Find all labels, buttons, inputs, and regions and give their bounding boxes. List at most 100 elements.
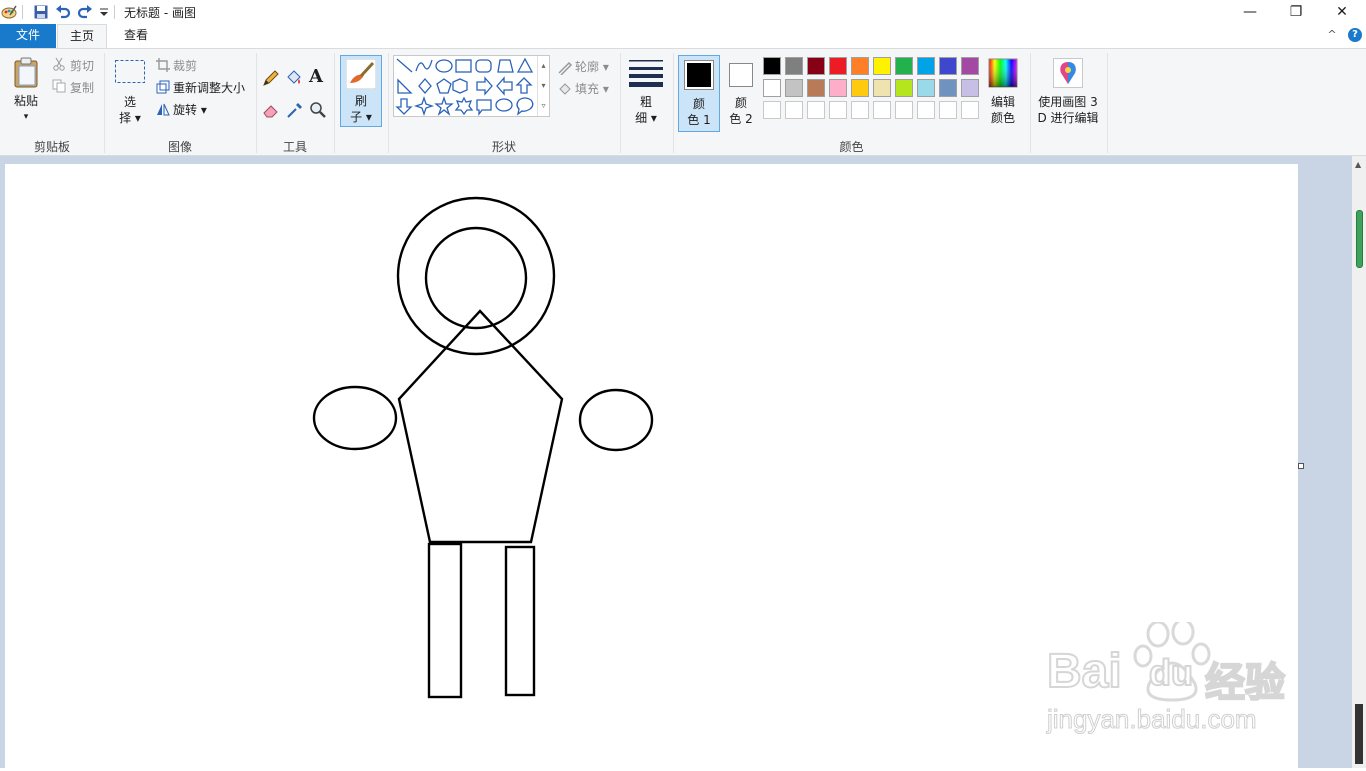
shapes-gallery-icons[interactable] bbox=[394, 56, 539, 117]
color-swatch[interactable] bbox=[829, 57, 847, 75]
edit-colors-button[interactable]: 编辑 颜色 bbox=[982, 94, 1024, 126]
customize-qa-icon[interactable] bbox=[98, 3, 110, 21]
color-swatch[interactable] bbox=[917, 79, 935, 97]
watermark-brand: Bai bbox=[1046, 644, 1123, 699]
shapes-more-icon[interactable]: ▿ bbox=[538, 96, 549, 116]
right-arm-ellipse bbox=[578, 388, 654, 452]
custom-color-slot[interactable] bbox=[763, 101, 781, 119]
copy-button[interactable]: 复制 bbox=[70, 79, 94, 96]
eraser-icon[interactable] bbox=[262, 101, 280, 122]
scroll-up-icon[interactable]: ▲ bbox=[1355, 160, 1361, 169]
color-swatch[interactable] bbox=[851, 57, 869, 75]
group-divider bbox=[1030, 53, 1031, 153]
color1-button[interactable]: 颜 色 1 bbox=[678, 55, 720, 132]
save-icon[interactable] bbox=[32, 3, 50, 21]
color1-label: 颜 色 1 bbox=[679, 96, 719, 128]
image-group-label: 图像 bbox=[167, 140, 192, 154]
resize-button[interactable]: 重新调整大小 bbox=[173, 79, 245, 96]
undo-icon[interactable] bbox=[54, 3, 72, 21]
custom-color-slot[interactable] bbox=[895, 101, 913, 119]
color-swatch[interactable] bbox=[917, 57, 935, 75]
paint3d-button[interactable]: 使用画图 3 D 进行编辑 bbox=[1034, 94, 1102, 126]
paint3d-label-1: 使用画图 3 bbox=[1038, 95, 1098, 109]
paint-app-icon[interactable] bbox=[0, 3, 18, 21]
color1-swatch-frame bbox=[684, 60, 714, 90]
scrollbar-thumb[interactable] bbox=[1356, 210, 1363, 268]
select-label-1: 选 bbox=[123, 95, 136, 109]
collapse-ribbon-icon[interactable]: ^ bbox=[1326, 28, 1338, 42]
color-swatch[interactable] bbox=[785, 79, 803, 97]
brushes-button[interactable]: 刷 子 ▾ bbox=[340, 55, 382, 127]
paint3d-icon[interactable] bbox=[1053, 58, 1083, 91]
line-size-icon[interactable] bbox=[629, 59, 663, 90]
magnifier-icon[interactable] bbox=[309, 101, 327, 122]
select-button[interactable]: 选 择 ▾ bbox=[112, 94, 148, 126]
color-swatch[interactable] bbox=[851, 79, 869, 97]
color-picker-icon[interactable] bbox=[286, 101, 304, 122]
rotate-icon bbox=[156, 102, 170, 119]
custom-color-slot[interactable] bbox=[917, 101, 935, 119]
custom-color-slot[interactable] bbox=[807, 101, 825, 119]
color-swatch[interactable] bbox=[807, 57, 825, 75]
color-swatch[interactable] bbox=[961, 57, 979, 75]
color-swatch[interactable] bbox=[873, 79, 891, 97]
watermark-url: jingyan.baidu.com bbox=[1047, 704, 1258, 735]
redo-icon[interactable] bbox=[76, 3, 94, 21]
color2-swatch bbox=[729, 63, 753, 87]
shapes-scroll[interactable]: ▴ ▾ ▿ bbox=[537, 56, 549, 116]
custom-color-slot[interactable] bbox=[829, 101, 847, 119]
clipboard-group-label: 剪贴板 bbox=[33, 140, 70, 154]
brush-label-1: 刷 bbox=[354, 94, 367, 108]
maximize-button[interactable]: ❐ bbox=[1273, 0, 1319, 24]
custom-color-slot[interactable] bbox=[961, 101, 979, 119]
color-swatch[interactable] bbox=[873, 57, 891, 75]
size-button[interactable]: 粗 细 ▾ bbox=[627, 94, 665, 126]
edit-colors-icon[interactable] bbox=[988, 58, 1018, 91]
text-tool-icon[interactable]: A bbox=[309, 66, 323, 87]
color-swatch[interactable] bbox=[763, 57, 781, 75]
paste-button[interactable]: 粘贴 ▾ bbox=[8, 93, 44, 125]
color-swatch[interactable] bbox=[939, 57, 957, 75]
pencil-icon[interactable] bbox=[262, 69, 280, 90]
cut-button[interactable]: 剪切 bbox=[70, 57, 94, 74]
color-swatch[interactable] bbox=[763, 79, 781, 97]
minimize-button[interactable]: — bbox=[1227, 0, 1273, 24]
color1-label-2: 色 1 bbox=[687, 113, 711, 127]
vertical-scrollbar[interactable]: ▲ bbox=[1352, 156, 1366, 768]
crop-button[interactable]: 裁剪 bbox=[173, 57, 197, 74]
color-swatch[interactable] bbox=[961, 79, 979, 97]
paste-icon[interactable] bbox=[12, 57, 42, 92]
qa-separator bbox=[22, 5, 23, 19]
rotate-button[interactable]: 旋转 ▾ bbox=[173, 101, 207, 118]
color-swatch[interactable] bbox=[895, 57, 913, 75]
color2-label: 颜 色 2 bbox=[722, 95, 760, 127]
edit-colors-label-1: 编辑 bbox=[990, 95, 1015, 109]
select-rect-icon[interactable] bbox=[114, 59, 146, 88]
color2-button[interactable]: 颜 色 2 bbox=[722, 55, 760, 132]
color-swatch[interactable] bbox=[807, 79, 825, 97]
fill-bucket-icon[interactable] bbox=[285, 69, 303, 90]
shapes-scroll-up-icon[interactable]: ▴ bbox=[538, 56, 549, 76]
outline-button[interactable]: 轮廓 ▾ bbox=[575, 58, 609, 75]
custom-color-slot[interactable] bbox=[785, 101, 803, 119]
colors-group-label: 颜色 bbox=[839, 140, 864, 154]
custom-color-slot[interactable] bbox=[939, 101, 957, 119]
tab-file[interactable]: 文件 bbox=[0, 24, 56, 48]
help-icon[interactable]: ? bbox=[1348, 28, 1362, 42]
close-button[interactable]: ✕ bbox=[1319, 0, 1365, 24]
color-swatch[interactable] bbox=[829, 79, 847, 97]
scissors-icon bbox=[52, 57, 66, 74]
shapes-group-label: 形状 bbox=[491, 140, 516, 154]
color-swatch[interactable] bbox=[785, 57, 803, 75]
fill-button[interactable]: 填充 ▾ bbox=[575, 80, 609, 97]
shapes-scroll-down-icon[interactable]: ▾ bbox=[538, 76, 549, 96]
custom-color-slot[interactable] bbox=[851, 101, 869, 119]
canvas-resize-handle[interactable] bbox=[1298, 463, 1304, 469]
tab-view[interactable]: 查看 bbox=[112, 24, 160, 48]
color-swatch[interactable] bbox=[895, 79, 913, 97]
color-swatch[interactable] bbox=[939, 79, 957, 97]
head-outer-circle bbox=[396, 196, 556, 356]
custom-color-slot[interactable] bbox=[873, 101, 891, 119]
tab-home[interactable]: 主页 bbox=[57, 24, 107, 50]
brush-icon bbox=[345, 58, 377, 92]
